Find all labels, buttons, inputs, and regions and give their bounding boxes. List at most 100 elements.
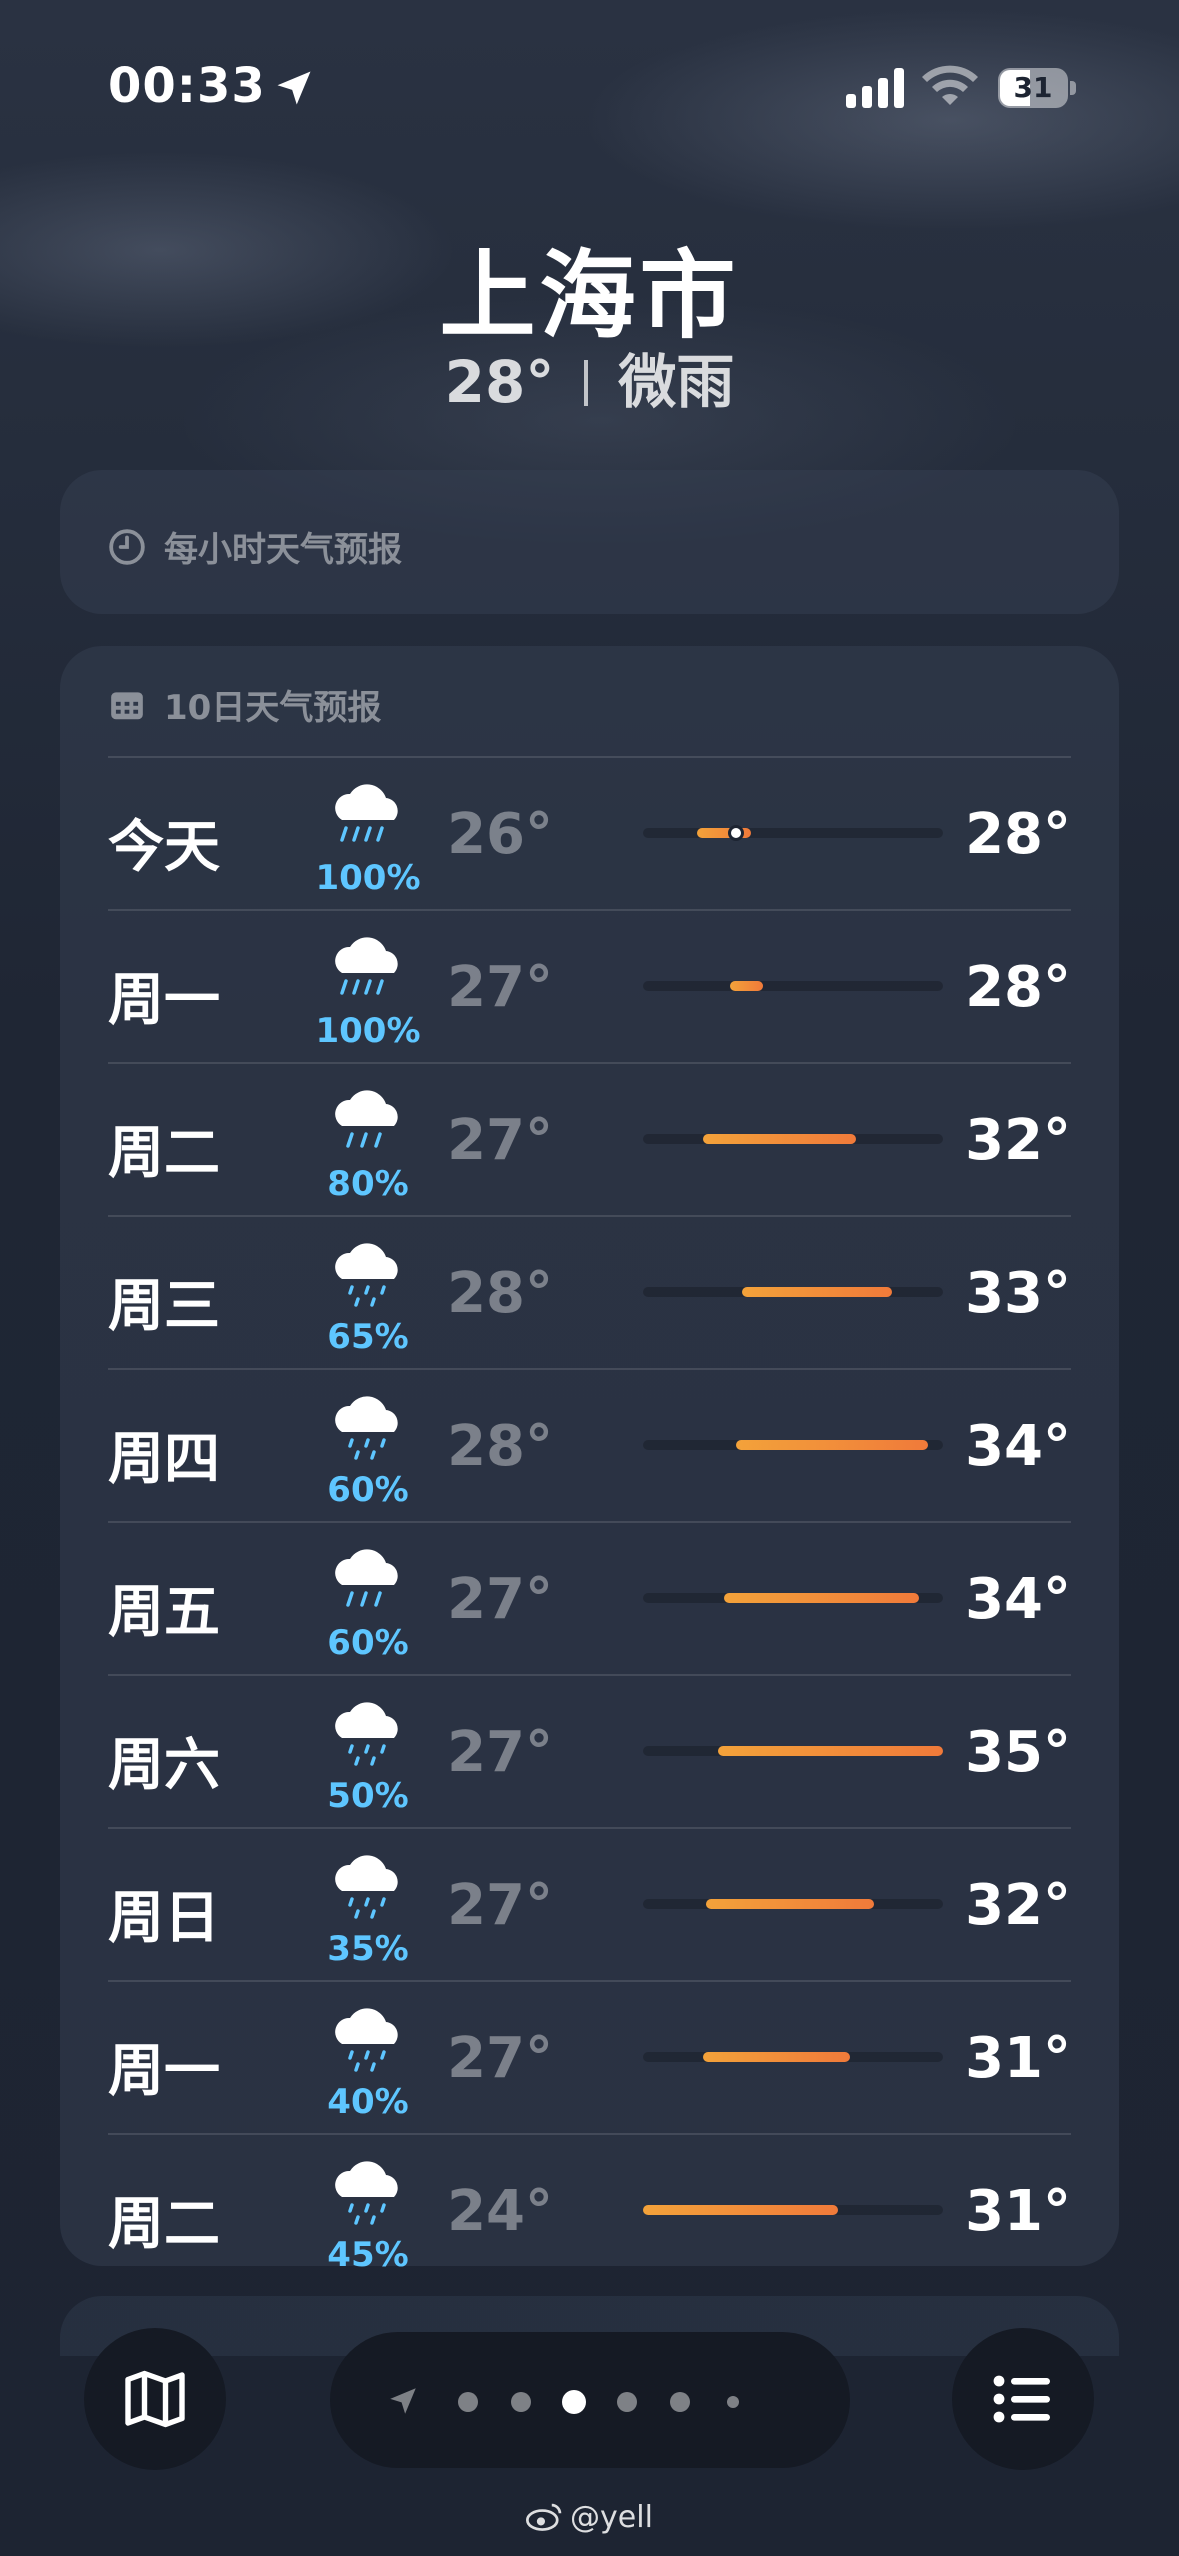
forecast-row[interactable]: 周二 45% 24° 31° (108, 2133, 1071, 2286)
temperature-range-bar (742, 1287, 892, 1297)
temperature-range-bar (730, 981, 763, 991)
day-label: 周五 (108, 1580, 220, 1645)
precipitation-chance: 45% (327, 2235, 409, 2275)
day-label: 周六 (108, 1733, 220, 1798)
location-arrow-icon (277, 71, 311, 105)
high-temperature: 34° (965, 1567, 1071, 1632)
day-label: 周二 (108, 2192, 220, 2257)
hourly-forecast-title: 每小时天气预报 (164, 530, 402, 570)
low-temperature: 26° (447, 802, 553, 867)
forecast-row[interactable]: 周一 40% 27° 31° (108, 1980, 1071, 2133)
ten-day-forecast-header: 10日天气预报 (108, 680, 381, 729)
forecast-row[interactable]: 周一 100% 27° 28° (108, 909, 1071, 1062)
temperature-range-track (643, 1899, 943, 1909)
temperature-range-bar (736, 1440, 928, 1450)
precipitation-chance: 40% (327, 2082, 409, 2122)
battery-indicator: 31 (998, 68, 1076, 108)
page-dot[interactable] (670, 2392, 690, 2412)
forecast-row[interactable]: 周三 65% 28° 33° (108, 1215, 1071, 1368)
page-dot[interactable] (727, 2396, 739, 2408)
precipitation-chance: 50% (327, 1776, 409, 1816)
temperature-range-track (643, 1593, 943, 1603)
high-temperature: 34° (965, 1414, 1071, 1479)
temperature-range-track (643, 1134, 943, 1144)
status-bar: 00:33 31 (0, 52, 1179, 122)
forecast-row[interactable]: 周日 35% 27° 32° (108, 1827, 1071, 1980)
high-temperature: 32° (965, 1873, 1071, 1938)
precipitation-chance: 80% (327, 1164, 409, 1204)
rain-icon (335, 1090, 398, 1148)
hourly-forecast-header: 每小时天气预报 (108, 522, 402, 571)
forecast-row[interactable]: 周六 50% 27° 35° (108, 1674, 1071, 1827)
temperature-range-bar (724, 1593, 919, 1603)
watermark: @yell (0, 2500, 1179, 2535)
low-temperature: 27° (447, 955, 553, 1020)
calendar-icon (111, 691, 143, 719)
cellular-signal-icon (846, 68, 904, 108)
low-temperature: 24° (447, 2179, 553, 2244)
temperature-range-bar (703, 2052, 850, 2062)
heavy-rain-icon (335, 784, 398, 842)
page-indicator[interactable] (330, 2332, 850, 2468)
location-page-icon[interactable] (386, 2384, 420, 2418)
high-temperature: 28° (965, 955, 1071, 1020)
low-temperature: 27° (447, 1108, 553, 1173)
temperature-range-track (643, 1440, 943, 1450)
wifi-icon (922, 65, 978, 105)
current-conditions: 28° 微雨 (0, 335, 1179, 419)
temperature-range-track (643, 2052, 943, 2062)
city-list-button[interactable] (952, 2328, 1094, 2470)
map-button[interactable] (84, 2328, 226, 2470)
high-temperature: 32° (965, 1108, 1071, 1173)
low-temperature: 27° (447, 1873, 553, 1938)
list-icon (993, 2375, 1050, 2423)
hourly-forecast-card[interactable]: 每小时天气预报 (60, 470, 1119, 614)
heavy-rain-icon (335, 937, 398, 995)
current-temperature-marker (728, 825, 744, 841)
precipitation-chance: 35% (327, 1929, 409, 1969)
high-temperature: 31° (965, 2179, 1071, 2244)
low-temperature: 28° (447, 1414, 553, 1479)
day-label: 周四 (108, 1427, 220, 1492)
day-label: 周三 (108, 1274, 220, 1339)
temperature-range-bar (703, 1134, 856, 1144)
temperature-range-bar (718, 1746, 943, 1756)
precipitation-chance: 65% (327, 1317, 409, 1357)
temperature-range-bar (706, 1899, 874, 1909)
precipitation-chance: 100% (315, 1011, 421, 1051)
day-label: 周一 (108, 968, 220, 1033)
temperature-range-track (643, 2205, 943, 2215)
watermark-text: @yell (570, 2500, 653, 2535)
forecast-row[interactable]: 周二 80% 27° 32° (108, 1062, 1071, 1215)
low-temperature: 28° (447, 1261, 553, 1326)
precipitation-chance: 60% (327, 1470, 409, 1510)
temperature-range-bar (643, 2205, 838, 2215)
current-temperature: 28° (444, 348, 555, 416)
forecast-list: 今天 100% 26° 28° 周一 100% 27° 28° 周二 80% 27° 32° 周三 65%… (108, 756, 1071, 2286)
forecast-row[interactable]: 今天 100% 26° 28° (108, 756, 1071, 909)
page-dot[interactable] (511, 2392, 531, 2412)
day-label: 周一 (108, 2039, 220, 2104)
temperature-range-track (643, 981, 943, 991)
page-dot[interactable] (458, 2392, 478, 2412)
page-dot[interactable] (562, 2390, 586, 2414)
drizzle-icon (335, 1396, 398, 1460)
high-temperature: 35° (965, 1720, 1071, 1785)
rain-icon (335, 1549, 398, 1607)
forecast-row[interactable]: 周五 60% 27° 34° (108, 1521, 1071, 1674)
forecast-row[interactable]: 周四 60% 28° 34° (108, 1368, 1071, 1521)
low-temperature: 27° (447, 2026, 553, 2091)
drizzle-icon (335, 2008, 398, 2072)
high-temperature: 33° (965, 1261, 1071, 1326)
map-icon (125, 2370, 185, 2428)
weibo-logo-icon (526, 2503, 562, 2531)
high-temperature: 28° (965, 802, 1071, 867)
drizzle-icon (335, 2161, 398, 2225)
ten-day-forecast-card[interactable]: 10日天气预报 今天 100% 26° 28° 周一 100% 27° 28° 周二 80% 27°… (60, 646, 1119, 2275)
clock-icon (109, 528, 145, 565)
page-dot[interactable] (617, 2392, 637, 2412)
temperature-range-track (643, 1287, 943, 1297)
drizzle-icon (335, 1243, 398, 1307)
drizzle-icon (335, 1702, 398, 1766)
temperature-range-track (643, 825, 943, 841)
